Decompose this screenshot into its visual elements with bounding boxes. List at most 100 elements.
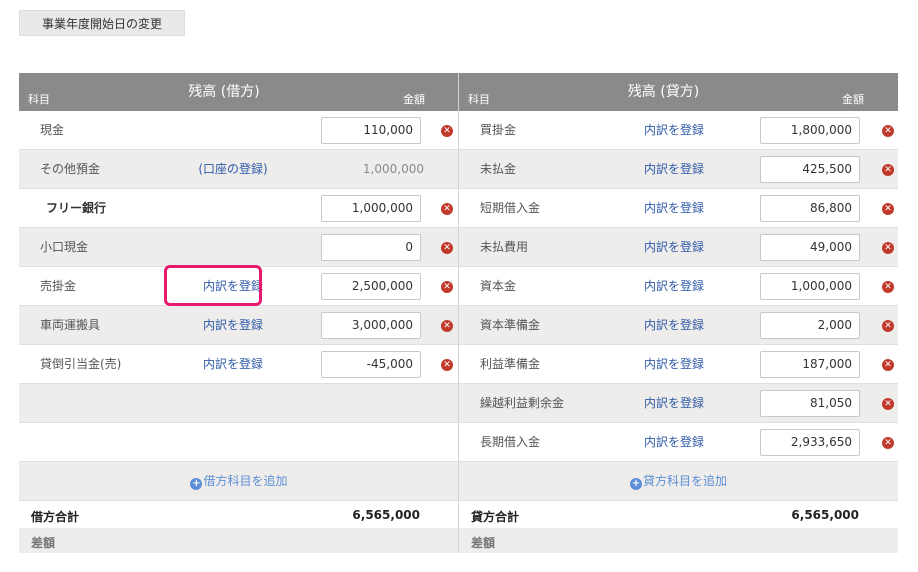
credit-add-row: + 貸方科目を追加: [459, 462, 898, 501]
register-account-link[interactable]: (口座の登録): [183, 150, 283, 189]
account-name: 資本金: [480, 279, 517, 293]
delete-icon[interactable]: ✕: [441, 320, 453, 332]
account-name: 未払費用: [480, 240, 529, 254]
debit-row-empty: [19, 423, 459, 462]
amount-input[interactable]: -45,000: [321, 351, 421, 378]
delete-icon[interactable]: ✕: [882, 281, 894, 293]
delete-icon[interactable]: ✕: [882, 359, 894, 371]
credit-amount-header: 金額: [842, 93, 864, 106]
debit-title: 残高 (借方): [188, 84, 260, 100]
credit-row-long-term-loans: 長期借入金 内訳を登録 2,933,650 ✕: [459, 423, 898, 462]
amount-input[interactable]: 3,000,000: [321, 312, 421, 339]
account-name: フリー銀行: [46, 201, 107, 215]
register-breakdown-link[interactable]: 内訳を登録: [619, 111, 729, 150]
amount-input[interactable]: 49,000: [760, 234, 860, 261]
register-breakdown-link[interactable]: 内訳を登録: [619, 345, 729, 384]
delete-icon[interactable]: ✕: [441, 359, 453, 371]
credit-panel: 科目 残高 (貸方) 金額 買掛金 内訳を登録 1,800,000 ✕ 未払金 …: [458, 73, 898, 553]
credit-title: 残高 (貸方): [627, 84, 700, 100]
credit-row-earned-reserve: 利益準備金 内訳を登録 187,000 ✕: [459, 345, 898, 384]
amount-input[interactable]: 187,000: [760, 351, 860, 378]
debit-diff-row: 差額: [19, 528, 459, 553]
register-breakdown-link[interactable]: 内訳を登録: [619, 423, 729, 462]
account-name: 小口現金: [40, 240, 89, 254]
add-credit-label: 貸方科目を追加: [642, 474, 727, 488]
amount-input[interactable]: 425,500: [760, 156, 860, 183]
credit-total-value: 6,565,000: [791, 508, 859, 522]
register-breakdown-link[interactable]: 内訳を登録: [619, 306, 729, 345]
amount-input[interactable]: 2,000: [760, 312, 860, 339]
amount-input[interactable]: 86,800: [760, 195, 860, 222]
amount-input[interactable]: 1,800,000: [760, 117, 860, 144]
account-name: 利益準備金: [480, 357, 541, 371]
credit-total-label: 貸方合計: [471, 510, 520, 524]
debit-row-empty: [19, 384, 459, 423]
account-name: 現金: [40, 123, 65, 137]
delete-icon[interactable]: ✕: [441, 242, 453, 254]
credit-row-accrued-payable: 未払金 内訳を登録 425,500 ✕: [459, 150, 898, 189]
register-breakdown-link[interactable]: 内訳を登録: [619, 150, 729, 189]
debit-row-petty-cash: 小口現金 0 ✕: [19, 228, 459, 267]
delete-icon[interactable]: ✕: [441, 203, 453, 215]
amount-input[interactable]: 1,000,000: [321, 195, 421, 222]
amount-input[interactable]: 110,000: [321, 117, 421, 144]
debit-total-row: 借方合計 6,565,000: [19, 501, 459, 528]
delete-icon[interactable]: ✕: [441, 125, 453, 137]
register-breakdown-link[interactable]: 内訳を登録: [183, 267, 283, 306]
debit-header: 科目 残高 (借方) 金額: [19, 73, 459, 111]
change-fiscal-year-start-button[interactable]: 事業年度開始日の変更: [19, 10, 185, 36]
delete-icon[interactable]: ✕: [441, 281, 453, 293]
delete-icon[interactable]: ✕: [882, 125, 894, 137]
delete-icon[interactable]: ✕: [882, 398, 894, 410]
register-breakdown-link[interactable]: 内訳を登録: [619, 189, 729, 228]
debit-diff-label: 差額: [31, 536, 56, 550]
amount-input[interactable]: 1,000,000: [760, 273, 860, 300]
register-breakdown-link[interactable]: 内訳を登録: [183, 345, 283, 384]
add-credit-account-button[interactable]: + 貸方科目を追加: [459, 462, 898, 501]
amount-input[interactable]: 0: [321, 234, 421, 261]
add-debit-label: 借方科目を追加: [203, 474, 288, 488]
add-debit-account-button[interactable]: + 借方科目を追加: [19, 462, 459, 501]
credit-total-row: 貸方合計 6,565,000: [459, 501, 898, 528]
credit-row-short-term-loans: 短期借入金 内訳を登録 86,800 ✕: [459, 189, 898, 228]
credit-header: 科目 残高 (貸方) 金額: [459, 73, 898, 111]
amount-value: 1,000,000: [362, 162, 424, 176]
account-name: その他預金: [40, 162, 101, 176]
plus-circle-icon: +: [629, 478, 642, 490]
register-breakdown-link[interactable]: 内訳を登録: [619, 228, 729, 267]
credit-row-accounts-payable: 買掛金 内訳を登録 1,800,000 ✕: [459, 111, 898, 150]
account-name: 買掛金: [480, 123, 517, 137]
account-name: 車両運搬具: [40, 318, 101, 332]
debit-row-free-bank: フリー銀行 1,000,000 ✕: [19, 189, 459, 228]
debit-row-vehicles: 車両運搬具 内訳を登録 3,000,000 ✕: [19, 306, 459, 345]
delete-icon[interactable]: ✕: [882, 320, 894, 332]
plus-circle-icon: +: [190, 478, 203, 490]
register-breakdown-link[interactable]: 内訳を登録: [619, 267, 729, 306]
delete-icon[interactable]: ✕: [882, 242, 894, 254]
credit-diff-label: 差額: [471, 536, 496, 550]
register-breakdown-link[interactable]: 内訳を登録: [619, 384, 729, 423]
delete-icon[interactable]: ✕: [882, 164, 894, 176]
debit-row-other-deposits: その他預金 (口座の登録) 1,000,000: [19, 150, 459, 189]
amount-input[interactable]: 2,933,650: [760, 429, 860, 456]
debit-add-row: + 借方科目を追加: [19, 462, 459, 501]
account-name: 資本準備金: [480, 318, 541, 332]
debit-total-value: 6,565,000: [352, 508, 420, 522]
credit-diff-row: 差額: [459, 528, 898, 553]
debit-amount-header: 金額: [403, 93, 425, 106]
amount-input[interactable]: 81,050: [760, 390, 860, 417]
amount-input[interactable]: 2,500,000: [321, 273, 421, 300]
account-name: 長期借入金: [480, 435, 541, 449]
delete-icon[interactable]: ✕: [882, 437, 894, 449]
debit-row-accounts-receivable: 売掛金 内訳を登録 2,500,000 ✕: [19, 267, 459, 306]
account-name: 繰越利益剰余金: [480, 396, 565, 410]
account-name: 貸倒引当金(売): [40, 357, 122, 371]
register-breakdown-link[interactable]: 内訳を登録: [183, 306, 283, 345]
debit-row-cash: 現金 110,000 ✕: [19, 111, 459, 150]
credit-row-retained-earnings: 繰越利益剰余金 内訳を登録 81,050 ✕: [459, 384, 898, 423]
account-name: 短期借入金: [480, 201, 541, 215]
account-name: 未払金: [480, 162, 517, 176]
debit-total-label: 借方合計: [31, 510, 80, 524]
delete-icon[interactable]: ✕: [882, 203, 894, 215]
credit-row-accrued-expenses: 未払費用 内訳を登録 49,000 ✕: [459, 228, 898, 267]
